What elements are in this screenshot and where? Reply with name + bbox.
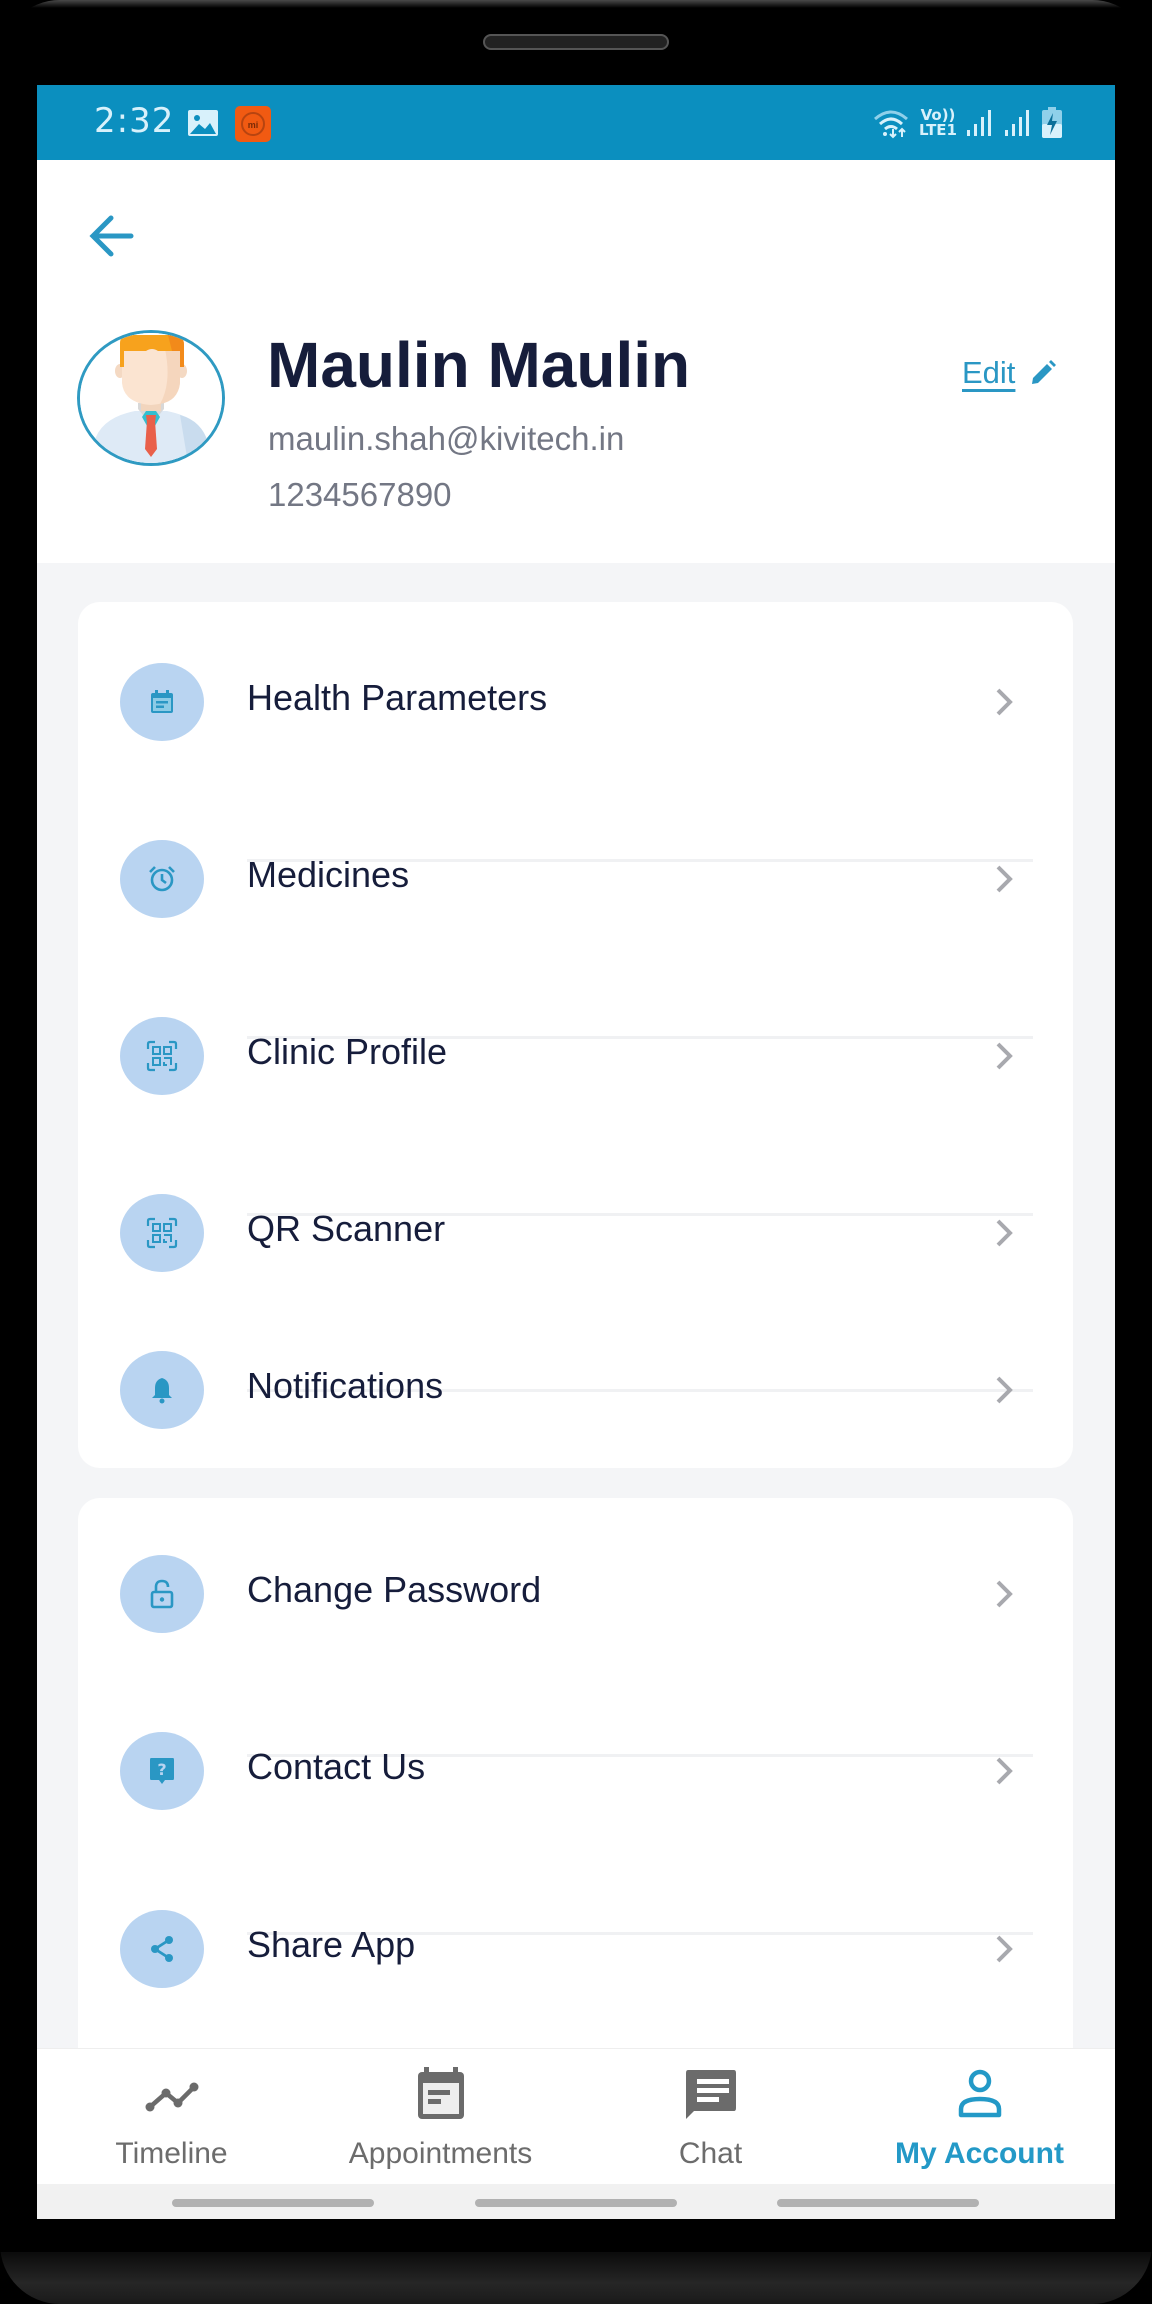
menu-icon-bubble (120, 1910, 204, 1988)
menu-icon-bubble (120, 663, 204, 741)
chat-icon (685, 2070, 736, 2119)
chevron-right-icon (996, 1757, 1013, 1785)
phone-top-edge (0, 0, 1152, 8)
screen: 2:32 mi Vo)) LTE1 Maulin Maulin maulin.s… (37, 85, 1115, 2219)
menu-item-label: Clinic Profile (247, 1031, 448, 1072)
menu-card-primary: Health Parameters Medicines Clinic Profi… (78, 602, 1073, 1468)
menu-item-qr-scanner[interactable]: QR Scanner (78, 1158, 1073, 1308)
signal-icon (967, 110, 991, 136)
mi-app-icon: mi (235, 106, 271, 142)
volte-lte-icon: Vo)) LTE1 (919, 108, 957, 138)
menu-item-contact-us[interactable]: ? Contact Us (78, 1696, 1073, 1846)
status-icons: Vo)) LTE1 (871, 103, 1063, 143)
gesture-bar (37, 2184, 1115, 2219)
edit-profile-button[interactable]: Edit (962, 355, 1057, 391)
chevron-right-icon (996, 1376, 1013, 1404)
profile-email: maulin.shah@kivitech.in (268, 420, 625, 457)
chevron-right-icon (996, 1042, 1013, 1070)
phone-frame: 2:32 mi Vo)) LTE1 Maulin Maulin maulin.s… (0, 0, 1152, 2304)
nav-tab-chat[interactable]: Chat (576, 2049, 845, 2185)
gallery-icon (188, 110, 218, 136)
chevron-right-icon (996, 1580, 1013, 1608)
menu-item-change-password[interactable]: Change Password (78, 1519, 1073, 1669)
chevron-right-icon (996, 1935, 1013, 1963)
unlock-icon (150, 1579, 174, 1609)
nav-tab-my-account[interactable]: My Account (845, 2049, 1114, 2185)
menu-icon-bubble: ? (120, 1732, 204, 1810)
menu-item-label: Contact Us (247, 1746, 426, 1787)
profile-name: Maulin Maulin (267, 329, 691, 401)
menu-icon-bubble (120, 1194, 204, 1272)
bottom-nav: Timeline Appointments Chat My Account (37, 2048, 1115, 2184)
nav-label: My Account (895, 2137, 1064, 2170)
nav-label: Chat (678, 2137, 743, 2170)
menu-item-share-app[interactable]: Share App (78, 1874, 1073, 2024)
menu-item-label: Medicines (247, 854, 410, 895)
timeline-icon (145, 2082, 198, 2112)
chevron-right-icon (996, 688, 1013, 716)
chevron-right-icon (996, 1219, 1013, 1247)
gesture-pill[interactable] (475, 2199, 677, 2207)
profile-header: Maulin Maulin maulin.shah@kivitech.in 12… (37, 160, 1115, 563)
svg-text:?: ? (157, 1760, 166, 1779)
alarm-clock-icon (149, 866, 175, 892)
qr-code-icon (146, 1217, 178, 1249)
lte-label: LTE1 (919, 121, 957, 139)
menu-item-label: Change Password (247, 1569, 542, 1610)
menu-item-label: Notifications (247, 1365, 444, 1406)
qr-code-icon (146, 1040, 178, 1072)
menu-item-label: QR Scanner (247, 1208, 446, 1249)
wifi-icon (874, 110, 908, 139)
menu-item-clinic-profile[interactable]: Clinic Profile (78, 981, 1073, 1131)
menu-icon-bubble (120, 1017, 204, 1095)
speaker-grille (483, 34, 669, 50)
calendar-icon (417, 2067, 464, 2119)
menu-item-medicines[interactable]: Medicines (78, 804, 1073, 954)
status-bar: 2:32 mi Vo)) LTE1 (37, 85, 1115, 160)
share-icon (151, 1936, 173, 1962)
chevron-right-icon (996, 865, 1013, 893)
edit-label: Edit (962, 355, 1016, 390)
menu-icon-bubble (120, 1351, 204, 1429)
profile-phone: 1234567890 (268, 476, 452, 513)
avatar-illustration (80, 333, 222, 463)
phone-bottom-bezel (0, 2252, 1152, 2304)
menu-icon-bubble (120, 1555, 204, 1633)
battery-charging-icon (1042, 107, 1062, 138)
menu-icon-bubble (120, 840, 204, 918)
signal-icon (1005, 110, 1029, 136)
help-bubble-icon: ? (150, 1758, 174, 1784)
gesture-pill[interactable] (172, 2199, 374, 2207)
nav-label: Timeline (115, 2137, 228, 2170)
status-time: 2:32 (94, 101, 175, 141)
bell-icon (152, 1378, 172, 1404)
nav-label: Appointments (348, 2137, 533, 2170)
avatar (77, 330, 225, 466)
nav-tab-appointments[interactable]: Appointments (306, 2049, 575, 2185)
menu-item-notifications[interactable]: Notifications (78, 1315, 1073, 1465)
gesture-pill[interactable] (777, 2199, 979, 2207)
calendar-note-icon (151, 690, 173, 713)
back-arrow-icon[interactable] (83, 208, 139, 264)
nav-tab-timeline[interactable]: Timeline (37, 2049, 306, 2185)
person-icon (958, 2069, 1001, 2118)
svg-text:mi: mi (248, 120, 259, 130)
menu-item-health-parameters[interactable]: Health Parameters (78, 627, 1073, 777)
menu-item-label: Health Parameters (247, 677, 548, 718)
pencil-icon (1032, 360, 1057, 384)
menu-item-label: Share App (247, 1924, 416, 1965)
